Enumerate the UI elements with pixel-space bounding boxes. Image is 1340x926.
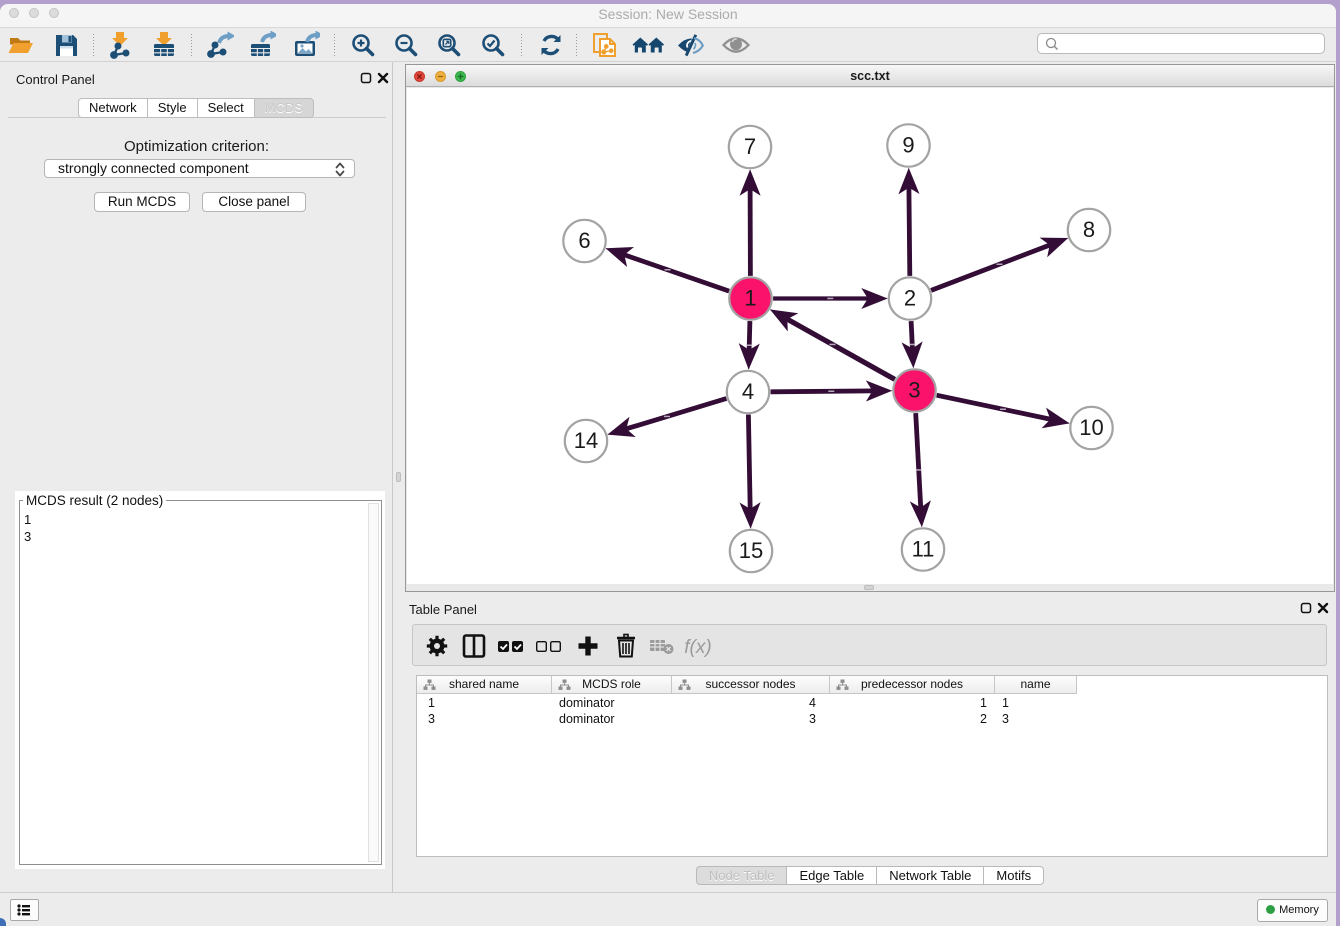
svg-text:6: 6 [578, 228, 590, 253]
svg-text:7: 7 [744, 134, 756, 159]
svg-text:11: 11 [912, 537, 935, 562]
svg-text:8: 8 [1083, 217, 1095, 242]
svg-text:4: 4 [742, 379, 754, 404]
svg-text:15: 15 [739, 538, 763, 563]
svg-text:3: 3 [908, 378, 920, 403]
svg-text:10: 10 [1079, 415, 1103, 440]
svg-text:1: 1 [744, 286, 756, 311]
svg-text:f(x): f(x) [684, 637, 711, 658]
svg-text:14: 14 [574, 428, 598, 453]
svg-text:9: 9 [902, 133, 914, 158]
svg-text:2: 2 [904, 286, 916, 311]
